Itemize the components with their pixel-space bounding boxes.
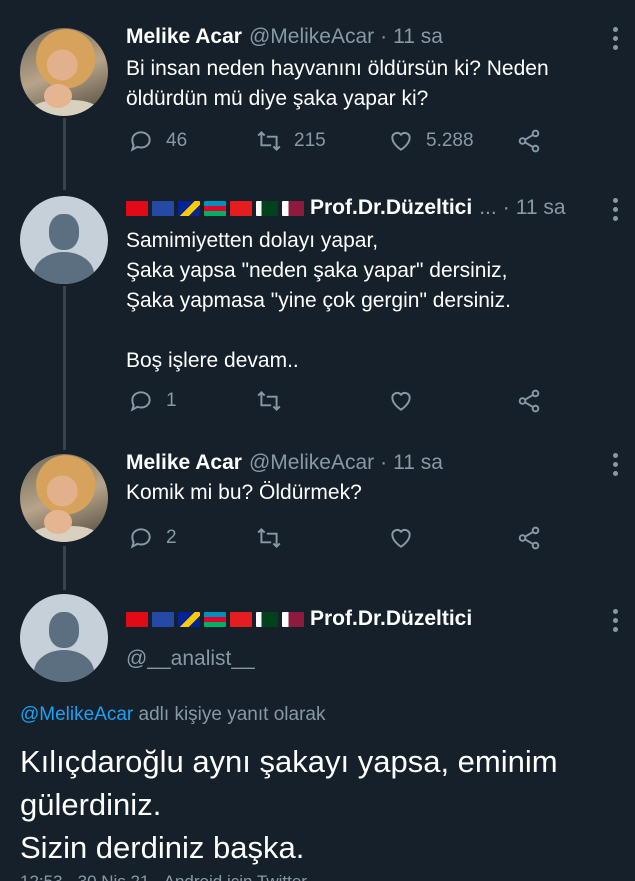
- turkey-flag-icon: [126, 611, 148, 627]
- qatar-flag-icon: [282, 200, 304, 216]
- like-icon: [391, 131, 411, 151]
- display-name[interactable]: Prof.Dr.Düzeltici: [310, 196, 472, 220]
- avatar[interactable]: [20, 454, 108, 542]
- reply-button[interactable]: 2: [128, 525, 177, 551]
- avatar[interactable]: [20, 28, 108, 116]
- retweet-button[interactable]: [256, 388, 282, 414]
- tweet-actions: 2: [126, 525, 566, 555]
- tweet-actions: 46 215 5.288: [126, 128, 566, 158]
- turkey-flag-icon: [126, 200, 148, 216]
- flag-emojis: [126, 611, 304, 627]
- like-button[interactable]: [388, 388, 414, 414]
- kosovo-flag-icon: [152, 200, 174, 216]
- display-name[interactable]: Melike Acar: [126, 25, 242, 49]
- timestamp[interactable]: 11 sa: [393, 25, 443, 49]
- albania-flag-icon: [230, 200, 252, 216]
- more-icon[interactable]: [613, 453, 619, 476]
- share-icon: [518, 526, 540, 550]
- share-button[interactable]: [516, 388, 542, 414]
- avatar[interactable]: [20, 196, 108, 284]
- share-icon: [518, 389, 540, 413]
- main-tweet-text: Kılıçdaroğlu aynı şakayı yapsa, eminim g…: [20, 744, 558, 865]
- timestamp[interactable]: 11 sa: [393, 451, 443, 475]
- kosovo-flag-icon: [152, 611, 174, 627]
- display-name[interactable]: Prof.Dr.Düzeltici: [310, 607, 472, 631]
- more-icon[interactable]: [613, 609, 619, 632]
- username[interactable]: @MelikeAcar: [249, 451, 374, 475]
- tweet-header: Melike Acar @MelikeAcar · 11 sa: [126, 24, 443, 50]
- username[interactable]: @__analist__: [126, 647, 255, 671]
- albania-flag-icon: [230, 611, 252, 627]
- reply-context: @MelikeAcar adlı kişiye yanıt olarak: [20, 704, 325, 726]
- timestamp[interactable]: 11 sa: [516, 196, 566, 220]
- tweet[interactable]: Prof.Dr.Düzeltici ... · 11 sa Samimiyett…: [0, 180, 635, 440]
- share-icon: [518, 129, 540, 153]
- retweet-icon: [257, 527, 281, 549]
- share-button[interactable]: [516, 525, 542, 551]
- tweet-meta: 12:53 · 30 Nis 21 · Android için Twitter: [20, 872, 307, 881]
- tweet-header: Prof.Dr.Düzeltici: [126, 606, 472, 632]
- tweet-header: Melike Acar @MelikeAcar · 11 sa: [126, 450, 443, 476]
- reply-button[interactable]: 46: [128, 128, 187, 154]
- reply-icon: [130, 528, 151, 549]
- reply-count: 2: [166, 527, 177, 548]
- more-icon[interactable]: [613, 27, 619, 50]
- more-icon[interactable]: [613, 198, 619, 221]
- reply-icon: [130, 391, 151, 412]
- like-icon: [391, 528, 411, 548]
- tweet-text: Komik mi bu? Öldürmek?: [126, 481, 362, 504]
- azerbaijan-flag-icon: [204, 200, 226, 216]
- like-icon: [391, 391, 411, 411]
- tweet-text: Bi insan neden hayvanını öldürsün ki? Ne…: [126, 57, 549, 110]
- reply-count: 1: [166, 390, 177, 411]
- bosnia-flag-icon: [178, 200, 200, 216]
- reply-icon: [130, 131, 151, 152]
- share-button[interactable]: [516, 128, 542, 154]
- tweet-actions: 1: [126, 388, 566, 418]
- username[interactable]: @MelikeAcar: [249, 25, 374, 49]
- display-name[interactable]: Melike Acar: [126, 451, 242, 475]
- reply-context-label: adlı kişiye yanıt olarak: [133, 704, 326, 725]
- username-truncated[interactable]: ...: [479, 196, 497, 220]
- retweet-icon: [257, 390, 281, 412]
- reply-mention-link[interactable]: @MelikeAcar: [20, 704, 133, 725]
- retweet-button[interactable]: 215: [256, 128, 326, 154]
- pakistan-flag-icon: [256, 200, 278, 216]
- tweet[interactable]: Melike Acar @MelikeAcar · 11 sa Bi insan…: [0, 0, 635, 180]
- azerbaijan-flag-icon: [204, 611, 226, 627]
- pakistan-flag-icon: [256, 611, 278, 627]
- like-count: 5.288: [426, 130, 474, 151]
- reply-count: 46: [166, 130, 188, 151]
- separator-dot: ·: [380, 451, 388, 474]
- qatar-flag-icon: [282, 611, 304, 627]
- tweet-text: Samimiyetten dolayı yapar, Şaka yapsa "n…: [126, 229, 511, 372]
- retweet-button[interactable]: [256, 525, 282, 551]
- retweet-count: 215: [294, 130, 326, 151]
- reply-button[interactable]: 1: [128, 388, 177, 414]
- tweet[interactable]: Melike Acar @MelikeAcar · 11 sa Komik mi…: [0, 440, 635, 580]
- flag-emojis: [126, 200, 304, 216]
- avatar[interactable]: [20, 594, 108, 682]
- separator-dot: ·: [502, 196, 510, 219]
- separator-dot: ·: [380, 25, 388, 48]
- bosnia-flag-icon: [178, 611, 200, 627]
- tweet-header: Prof.Dr.Düzeltici ... · 11 sa: [126, 195, 566, 221]
- like-button[interactable]: 5.288: [388, 128, 474, 154]
- username-row: @__analist__: [126, 646, 255, 672]
- like-button[interactable]: [388, 525, 414, 551]
- retweet-icon: [257, 130, 281, 152]
